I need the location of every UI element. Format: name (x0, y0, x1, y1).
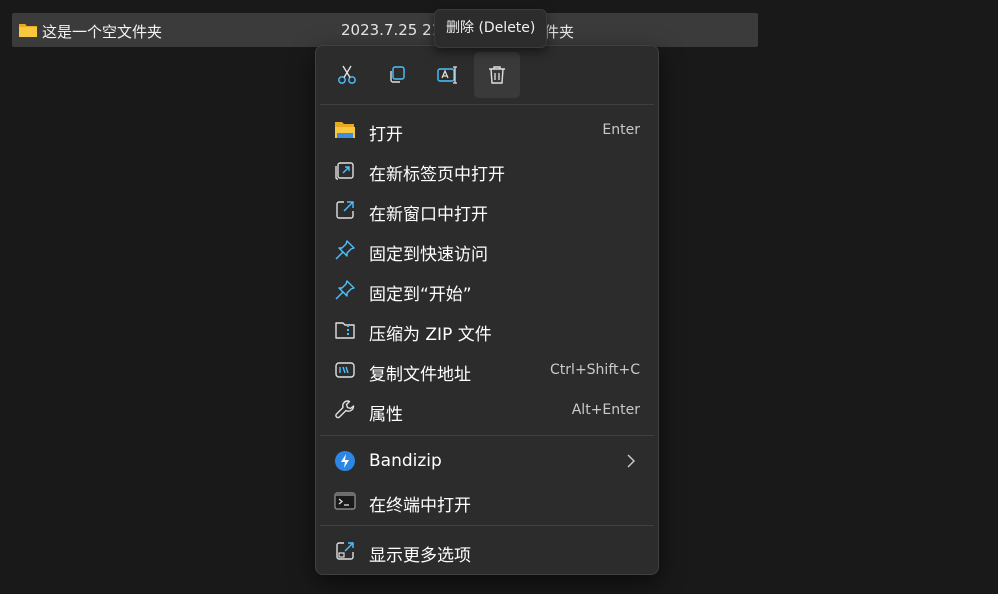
menu-item-show-more-options[interactable]: 显示更多选项 (320, 531, 654, 571)
context-menu: 打开 Enter 在新标签页中打开 在新窗口中打开 固定到快速访问 固定到“开始… (315, 45, 659, 575)
new-tab-icon (334, 159, 356, 181)
copy-icon (390, 66, 405, 83)
menu-separator (320, 525, 654, 526)
menu-item-bandizip[interactable]: Bandizip (320, 441, 654, 481)
pin-icon (334, 239, 356, 261)
rename-icon (437, 66, 457, 84)
menu-item-properties[interactable]: 属性 Alt+Enter (320, 390, 654, 430)
menu-item-open-terminal[interactable]: 在终端中打开 (320, 481, 654, 521)
menu-item-shortcut: Ctrl+Shift+C (550, 362, 640, 378)
more-options-icon (334, 540, 356, 562)
menu-item-label: 显示更多选项 (369, 546, 471, 566)
menu-item-label: 固定到快速访问 (369, 245, 488, 265)
menu-item-label: 属性 (369, 405, 403, 425)
menu-item-label: 固定到“开始” (369, 285, 472, 305)
folder-icon (18, 22, 38, 38)
menu-item-open-new-tab[interactable]: 在新标签页中打开 (320, 150, 654, 190)
terminal-icon (334, 490, 356, 512)
file-name: 这是一个空文件夹 (42, 23, 163, 41)
copy-path-icon (334, 359, 356, 381)
menu-item-shortcut: Enter (602, 122, 640, 138)
cut-icon (338, 65, 356, 84)
menu-item-label: 复制文件地址 (369, 365, 471, 385)
pin-icon (334, 279, 356, 301)
menu-item-compress-zip[interactable]: 压缩为 ZIP 文件 (320, 310, 654, 350)
menu-separator (320, 104, 654, 105)
bandizip-icon (334, 450, 356, 472)
delete-tooltip: 删除 (Delete) (434, 9, 548, 48)
menu-toolbar (324, 52, 524, 98)
zip-icon (334, 319, 356, 341)
copy-button[interactable] (374, 52, 420, 98)
wrench-icon (334, 399, 356, 421)
menu-item-label: 在新标签页中打开 (369, 165, 505, 185)
cut-button[interactable] (324, 52, 370, 98)
file-type: 件夹 (544, 23, 575, 41)
folder-open-icon (334, 119, 356, 141)
menu-item-open[interactable]: 打开 Enter (320, 110, 654, 150)
menu-item-label: Bandizip (369, 451, 442, 471)
rename-button[interactable] (424, 52, 470, 98)
file-date: 2023.7.25 21 (341, 21, 442, 39)
menu-item-shortcut: Alt+Enter (571, 402, 640, 418)
menu-item-label: 打开 (369, 125, 403, 145)
menu-item-pin-start[interactable]: 固定到“开始” (320, 270, 654, 310)
menu-item-label: 压缩为 ZIP 文件 (369, 325, 492, 345)
new-window-icon (334, 199, 356, 221)
file-list-row[interactable]: 这是一个空文件夹 2023.7.25 21 件夹 (12, 13, 758, 47)
menu-item-copy-path[interactable]: 复制文件地址 Ctrl+Shift+C (320, 350, 654, 390)
menu-item-label: 在新窗口中打开 (369, 205, 488, 225)
chevron-right-icon (626, 453, 636, 469)
menu-separator (320, 435, 654, 436)
menu-item-open-new-window[interactable]: 在新窗口中打开 (320, 190, 654, 230)
delete-button[interactable] (474, 52, 520, 98)
delete-icon (489, 66, 505, 84)
menu-item-label: 在终端中打开 (369, 496, 471, 516)
menu-item-pin-quick-access[interactable]: 固定到快速访问 (320, 230, 654, 270)
